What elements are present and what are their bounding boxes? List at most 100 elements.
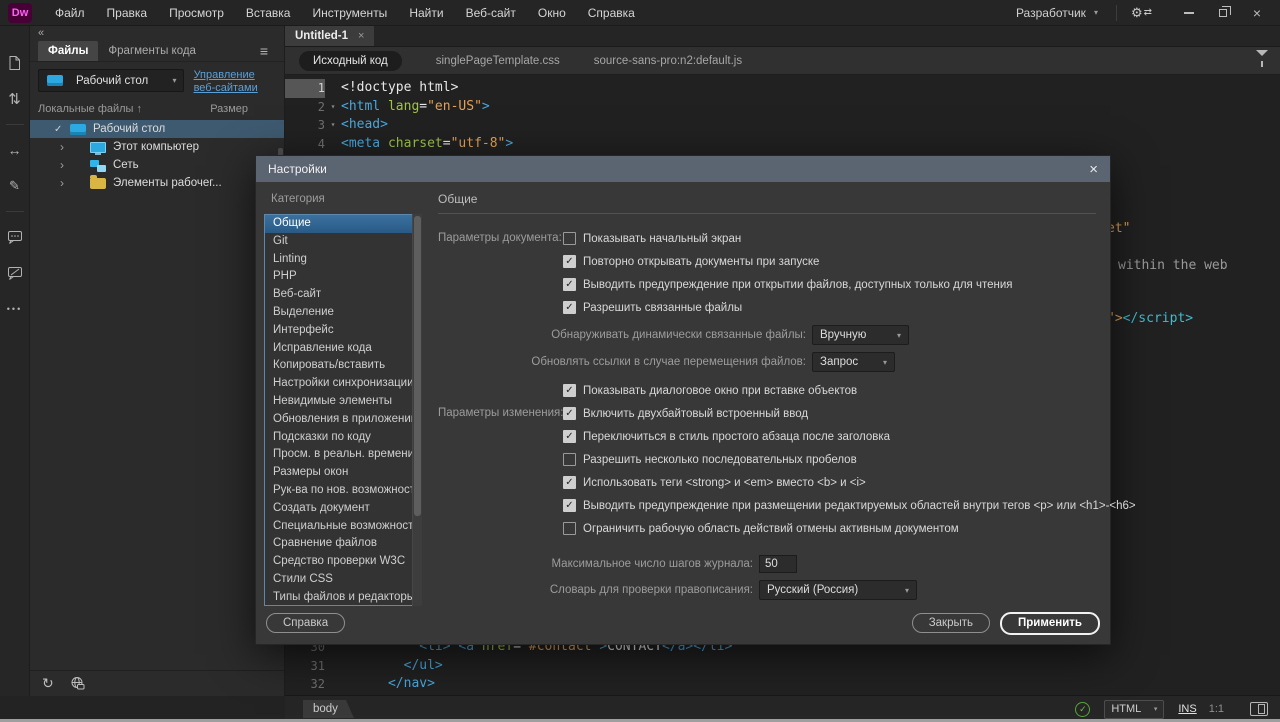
minimize-button[interactable] bbox=[1172, 0, 1206, 26]
panel-tab[interactable]: Файлы bbox=[38, 41, 98, 61]
menu-item[interactable]: Веб-сайт bbox=[455, 0, 527, 26]
collapse-panel-button[interactable]: « bbox=[30, 26, 284, 40]
checkbox[interactable] bbox=[563, 453, 576, 466]
related-file-js[interactable]: source-sans-pro:n2:default.js bbox=[594, 55, 742, 67]
fold-arrow-icon[interactable]: ▾ bbox=[325, 98, 341, 117]
tag-selector-body[interactable]: body bbox=[303, 700, 354, 718]
category-item[interactable]: Специальные возможности bbox=[265, 518, 421, 536]
lint-ok-icon[interactable]: ✓ bbox=[1075, 702, 1090, 717]
menu-item[interactable]: Окно bbox=[527, 0, 577, 26]
apply-button[interactable]: Применить bbox=[1000, 612, 1100, 635]
expand-chevron-icon[interactable]: › bbox=[60, 140, 74, 154]
category-item[interactable]: Обновления в приложении bbox=[265, 411, 421, 429]
checkbox[interactable] bbox=[563, 232, 576, 245]
category-item[interactable]: Общие bbox=[265, 215, 421, 233]
close-button[interactable]: Закрыть bbox=[912, 613, 990, 633]
tree-row[interactable]: ✓ Рабочий стол bbox=[30, 120, 284, 138]
related-file-source[interactable]: Исходный код bbox=[299, 51, 402, 71]
category-item[interactable]: Веб-сайт bbox=[265, 286, 421, 304]
category-item[interactable]: Linting bbox=[265, 251, 421, 269]
category-item[interactable]: Копировать/вставить bbox=[265, 357, 421, 375]
update-links-select[interactable]: Запрос ▾ bbox=[812, 352, 895, 372]
code-line[interactable]: 2▾<html lang="en-US"> bbox=[285, 98, 1280, 117]
panel-menu-icon[interactable]: ≡ bbox=[260, 44, 268, 60]
menu-item[interactable]: Инструменты bbox=[301, 0, 398, 26]
category-item[interactable]: Создать документ bbox=[265, 500, 421, 518]
site-select[interactable]: Рабочий стол ▾ bbox=[38, 69, 184, 92]
help-button[interactable]: Справка bbox=[266, 613, 345, 633]
code-line[interactable]: 4<meta charset="utf-8"> bbox=[285, 135, 1280, 154]
column-local-files[interactable]: Локальные файлы ↑ bbox=[38, 103, 142, 115]
insert-mode-indicator[interactable]: INS bbox=[1178, 703, 1196, 715]
checkbox[interactable]: ✓ bbox=[563, 407, 576, 420]
checkbox[interactable] bbox=[563, 522, 576, 535]
tree-row[interactable]: › Элементы рабочег... bbox=[30, 174, 284, 192]
category-item[interactable]: Типы файлов и редакторы bbox=[265, 589, 421, 606]
category-item[interactable]: Интерфейс bbox=[265, 322, 421, 340]
document-tab[interactable]: Untitled-1 × bbox=[285, 26, 374, 46]
category-item[interactable]: Выделение bbox=[265, 304, 421, 322]
category-item[interactable]: Невидимые элементы bbox=[265, 393, 421, 411]
panel-tab[interactable]: Фрагменты кода bbox=[98, 41, 206, 61]
dynamic-files-select[interactable]: Вручную ▾ bbox=[812, 325, 909, 345]
code-line[interactable]: 1<!doctype html> bbox=[285, 79, 1280, 98]
code-line[interactable]: 3▾<head> bbox=[285, 116, 1280, 135]
checkbox[interactable]: ✓ bbox=[563, 384, 576, 397]
history-steps-input[interactable]: 50 bbox=[759, 555, 797, 573]
category-list[interactable]: Общие Git Linting PHP Веб-сайт Выделение… bbox=[264, 214, 422, 606]
wrap-toggle-icon[interactable]: ↔ bbox=[0, 135, 30, 165]
checkbox[interactable]: ✓ bbox=[563, 499, 576, 512]
close-window-button[interactable]: × bbox=[1240, 0, 1274, 26]
column-size[interactable]: Размер bbox=[210, 103, 248, 115]
checkbox[interactable]: ✓ bbox=[563, 255, 576, 268]
refresh-icon[interactable]: ↻ bbox=[42, 675, 54, 692]
category-scrollbar[interactable] bbox=[412, 214, 422, 606]
tree-row[interactable]: › Этот компьютер bbox=[30, 138, 284, 156]
category-item[interactable]: Git bbox=[265, 233, 421, 251]
menu-item[interactable]: Справка bbox=[577, 0, 646, 26]
comment-icon[interactable] bbox=[0, 222, 30, 252]
remove-comment-icon[interactable] bbox=[0, 258, 30, 288]
category-item[interactable]: PHP bbox=[265, 268, 421, 286]
format-brush-icon[interactable]: ✎ bbox=[0, 171, 30, 201]
more-tools-icon[interactable]: ••• bbox=[7, 304, 22, 314]
category-item[interactable]: Размеры окон bbox=[265, 464, 421, 482]
filter-icon[interactable] bbox=[1256, 56, 1268, 67]
code-line[interactable]: 31 </ul> bbox=[285, 657, 1280, 676]
expand-chevron-icon[interactable]: › bbox=[60, 176, 74, 190]
sync-arrows-icon[interactable]: ⇅ bbox=[0, 84, 30, 114]
menu-item[interactable]: Найти bbox=[398, 0, 454, 26]
checkbox[interactable]: ✓ bbox=[563, 278, 576, 291]
fold-arrow-icon[interactable]: ▾ bbox=[325, 116, 341, 135]
workspace-switcher[interactable]: Разработчик ▾ bbox=[1006, 6, 1108, 20]
expand-chevron-icon[interactable]: › bbox=[60, 158, 74, 172]
related-file-css[interactable]: singlePageTemplate.css bbox=[436, 55, 560, 67]
category-item[interactable]: Подсказки по коду bbox=[265, 429, 421, 447]
category-item[interactable]: Просм. в реальн. времени bbox=[265, 446, 421, 464]
checkbox[interactable]: ✓ bbox=[563, 430, 576, 443]
menu-item[interactable]: Файл bbox=[44, 0, 96, 26]
category-item[interactable]: Сравнение файлов bbox=[265, 535, 421, 553]
category-item[interactable]: Рук-ва по нов. возможностям bbox=[265, 482, 421, 500]
dialog-close-icon[interactable]: × bbox=[1089, 162, 1098, 177]
category-item[interactable]: Настройки синхронизации bbox=[265, 375, 421, 393]
restore-button[interactable] bbox=[1206, 0, 1240, 26]
code-line[interactable]: 32 </nav> bbox=[285, 675, 1280, 694]
dictionary-select[interactable]: Русский (Россия) ▾ bbox=[759, 580, 917, 600]
tree-row[interactable]: › Сеть bbox=[30, 156, 284, 174]
category-item[interactable]: Исправление кода bbox=[265, 340, 421, 358]
file-tool-icon[interactable] bbox=[0, 48, 30, 78]
checkbox[interactable]: ✓ bbox=[563, 476, 576, 489]
menu-item[interactable]: Правка bbox=[96, 0, 159, 26]
checkbox[interactable]: ✓ bbox=[563, 301, 576, 314]
tab-close-icon[interactable]: × bbox=[358, 30, 364, 42]
category-item[interactable]: Стили CSS bbox=[265, 571, 421, 589]
device-preview-icon[interactable] bbox=[1250, 702, 1268, 716]
manage-sites-link[interactable]: Управление веб-сайтами bbox=[194, 69, 278, 95]
doctype-select[interactable]: HTML ▾ bbox=[1104, 700, 1164, 719]
menu-item[interactable]: Просмотр bbox=[158, 0, 235, 26]
menu-item[interactable]: Вставка bbox=[235, 0, 302, 26]
sync-settings-button[interactable]: ⚙ ⇄ bbox=[1125, 5, 1158, 21]
category-item[interactable]: Средство проверки W3C bbox=[265, 553, 421, 571]
preview-globe-icon[interactable] bbox=[70, 676, 85, 691]
